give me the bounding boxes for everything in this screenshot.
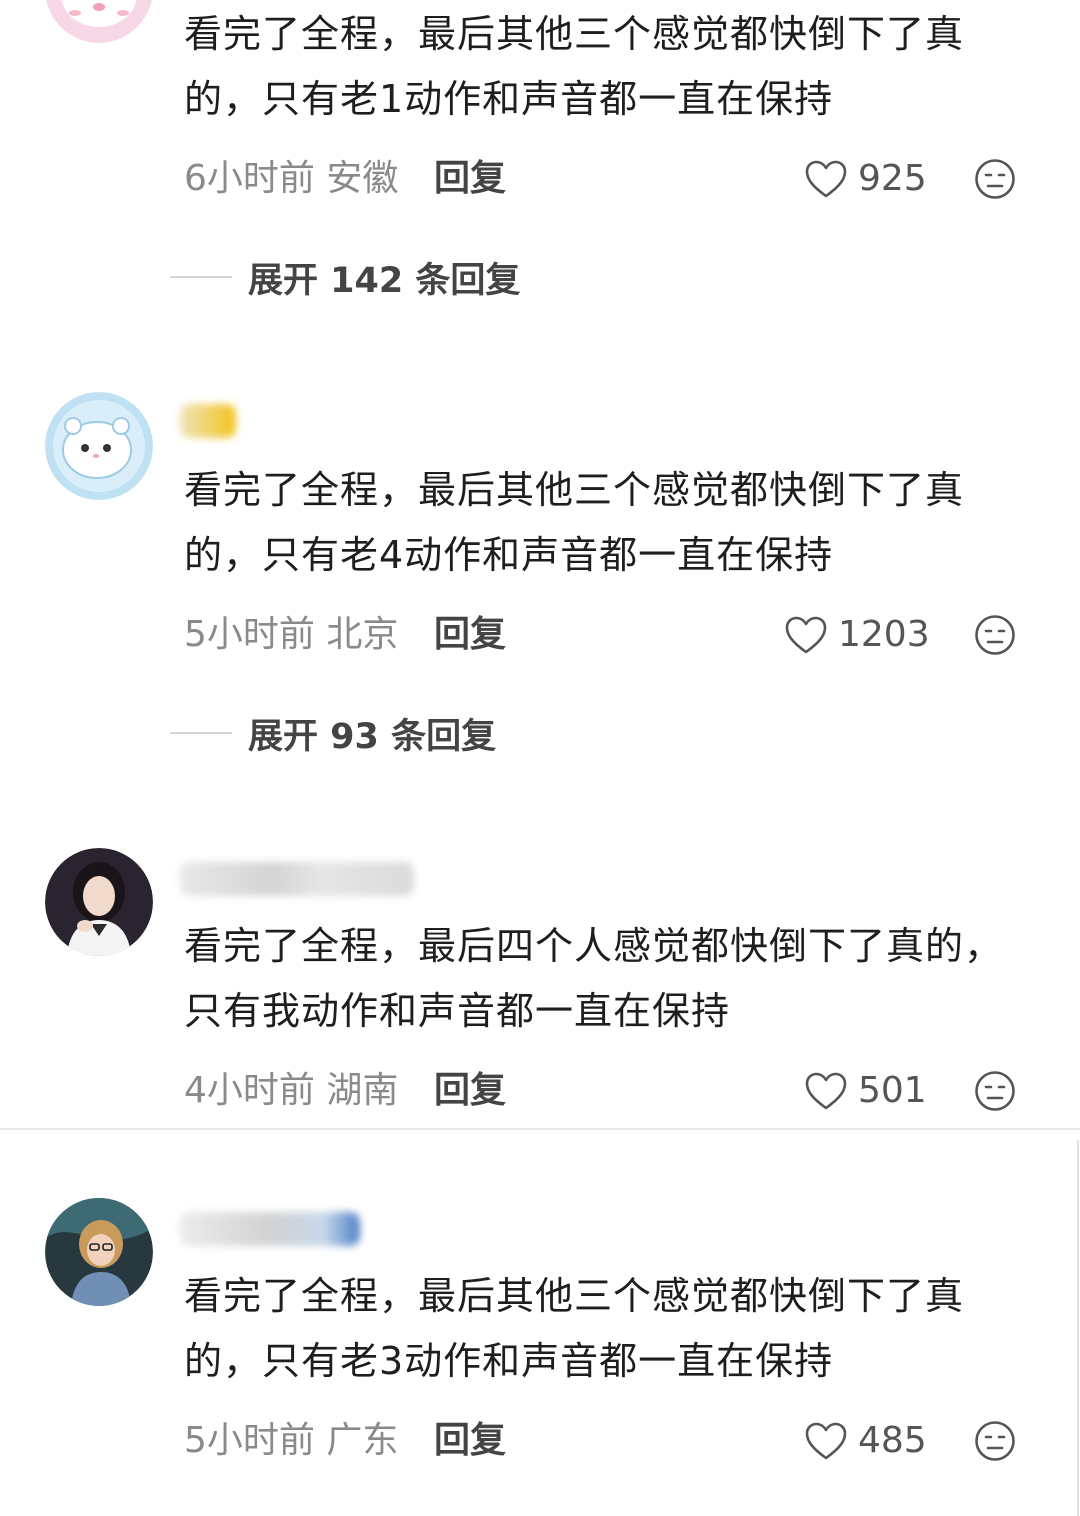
expand-line xyxy=(170,276,232,278)
comment-time-location: 4小时前 湖南 xyxy=(184,1070,399,1111)
reply-button[interactable]: 回复 xyxy=(434,1416,506,1466)
like-count: 925 xyxy=(858,158,927,199)
reply-button[interactable]: 回复 xyxy=(434,1066,506,1116)
avatar[interactable] xyxy=(45,392,153,500)
unhappy-face-icon xyxy=(975,1421,1015,1461)
dislike-button[interactable] xyxy=(974,1070,1016,1126)
comment-time-location: 5小时前 广东 xyxy=(184,1420,399,1461)
expand-replies-label: 展开 142 条回复 xyxy=(248,260,521,301)
heart-outline-icon xyxy=(785,616,827,654)
comment-meta: 5小时前 广东 回复 485 xyxy=(184,1416,1034,1466)
username-redacted xyxy=(180,1212,360,1246)
panel-edge xyxy=(1077,1140,1079,1516)
heart-outline-icon xyxy=(805,1422,847,1460)
expand-replies-button[interactable]: 展开 93 条回复 xyxy=(170,708,496,758)
expand-line xyxy=(170,732,232,734)
comment-time-location: 5小时前 北京 xyxy=(184,614,399,655)
unhappy-face-icon xyxy=(975,1071,1015,1111)
like-button[interactable]: 925 xyxy=(804,154,927,204)
comment-meta: 6小时前 安徽 回复 925 xyxy=(184,154,1034,204)
like-count: 501 xyxy=(858,1070,927,1111)
like-button[interactable]: 1203 xyxy=(784,610,930,660)
avatar[interactable] xyxy=(45,0,153,43)
comment-text: 看完了全程，最后其他三个感觉都快倒下了真的，只有老1动作和声音都一直在保持 xyxy=(184,12,965,121)
heart-outline-icon xyxy=(805,1072,847,1110)
dislike-button[interactable] xyxy=(974,614,1016,670)
like-button[interactable]: 501 xyxy=(804,1066,927,1116)
reply-button[interactable]: 回复 xyxy=(434,154,506,204)
username-redacted xyxy=(180,404,236,438)
dislike-button[interactable] xyxy=(974,158,1016,214)
avatar[interactable] xyxy=(45,1198,153,1306)
comment-meta: 4小时前 湖南 回复 501 xyxy=(184,1066,1034,1116)
unhappy-face-icon xyxy=(975,615,1015,655)
like-count: 485 xyxy=(858,1420,927,1461)
expand-replies-button[interactable]: 展开 142 条回复 xyxy=(170,252,520,302)
expand-replies-label: 展开 93 条回复 xyxy=(248,716,497,757)
comment-meta: 5小时前 北京 回复 1203 xyxy=(184,610,1034,660)
like-button[interactable]: 485 xyxy=(804,1416,927,1466)
reply-button[interactable]: 回复 xyxy=(434,610,506,660)
comment-text: 看完了全程，最后其他三个感觉都快倒下了真的，只有老3动作和声音都一直在保持 xyxy=(184,1274,965,1383)
divider xyxy=(0,1128,1080,1130)
heart-outline-icon xyxy=(805,160,847,198)
dislike-button[interactable] xyxy=(974,1420,1016,1476)
unhappy-face-icon xyxy=(975,159,1015,199)
comment-time-location: 6小时前 安徽 xyxy=(184,158,399,199)
username-redacted xyxy=(180,862,414,896)
comment-text: 看完了全程，最后其他三个感觉都快倒下了真的，只有老4动作和声音都一直在保持 xyxy=(184,468,965,577)
comment-text: 看完了全程，最后四个人感觉都快倒下了真的，只有我动作和声音都一直在保持 xyxy=(184,924,1004,1033)
avatar[interactable] xyxy=(45,848,153,956)
like-count: 1203 xyxy=(838,614,930,655)
